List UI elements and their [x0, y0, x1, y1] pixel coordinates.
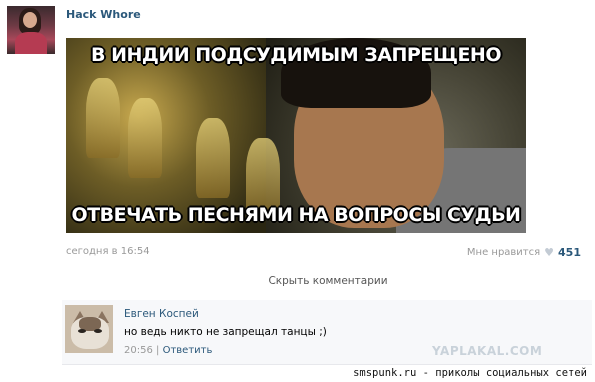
commenter-name-link[interactable]: Евген Коспей [124, 308, 199, 320]
post-author-link[interactable]: Hack Whore [66, 8, 141, 21]
meta-separator: | [156, 345, 160, 356]
footer-watermark: smspunk.ru - приколы социальных сетей [353, 367, 587, 379]
comment-time[interactable]: 20:56 [124, 345, 153, 356]
comment-meta: 20:56 | Ответить [124, 345, 212, 356]
chandelier [86, 78, 120, 158]
post-date[interactable]: сегодня в 16:54 [66, 246, 150, 257]
hide-comments-button[interactable]: Скрыть комментарии [66, 262, 590, 301]
avatar-face [23, 12, 37, 28]
cat-eye [78, 329, 86, 333]
like-button[interactable]: Мне нравится ♥ 451 [467, 246, 581, 259]
yaplakal-watermark: YAPLAKAL.COM [432, 344, 543, 358]
avatar-body [15, 32, 47, 54]
hide-comments-label: Скрыть комментарии [268, 275, 388, 287]
cat-eye [94, 329, 102, 333]
comment-text: но ведь никто не запрещал танцы ;) [124, 326, 327, 338]
meme-caption-bottom: ОТВЕЧАТЬ ПЕСНЯМИ НА ВОПРОСЫ СУДЬИ [71, 204, 521, 226]
post-meme-image[interactable]: В ИНДИИ ПОДСУДИМЫМ ЗАПРЕЩЕНО ОТВЕЧАТЬ ПЕ… [66, 38, 526, 233]
author-avatar[interactable] [7, 6, 55, 54]
chandelier [196, 118, 230, 198]
heart-icon: ♥ [544, 246, 555, 259]
chandelier [128, 98, 162, 178]
meme-caption-top: В ИНДИИ ПОДСУДИМЫМ ЗАПРЕЩЕНО [91, 44, 501, 66]
commenter-avatar[interactable] [65, 305, 113, 353]
like-count: 451 [558, 246, 581, 259]
like-label: Мне нравится [466, 247, 541, 258]
reply-link[interactable]: Ответить [163, 345, 213, 356]
